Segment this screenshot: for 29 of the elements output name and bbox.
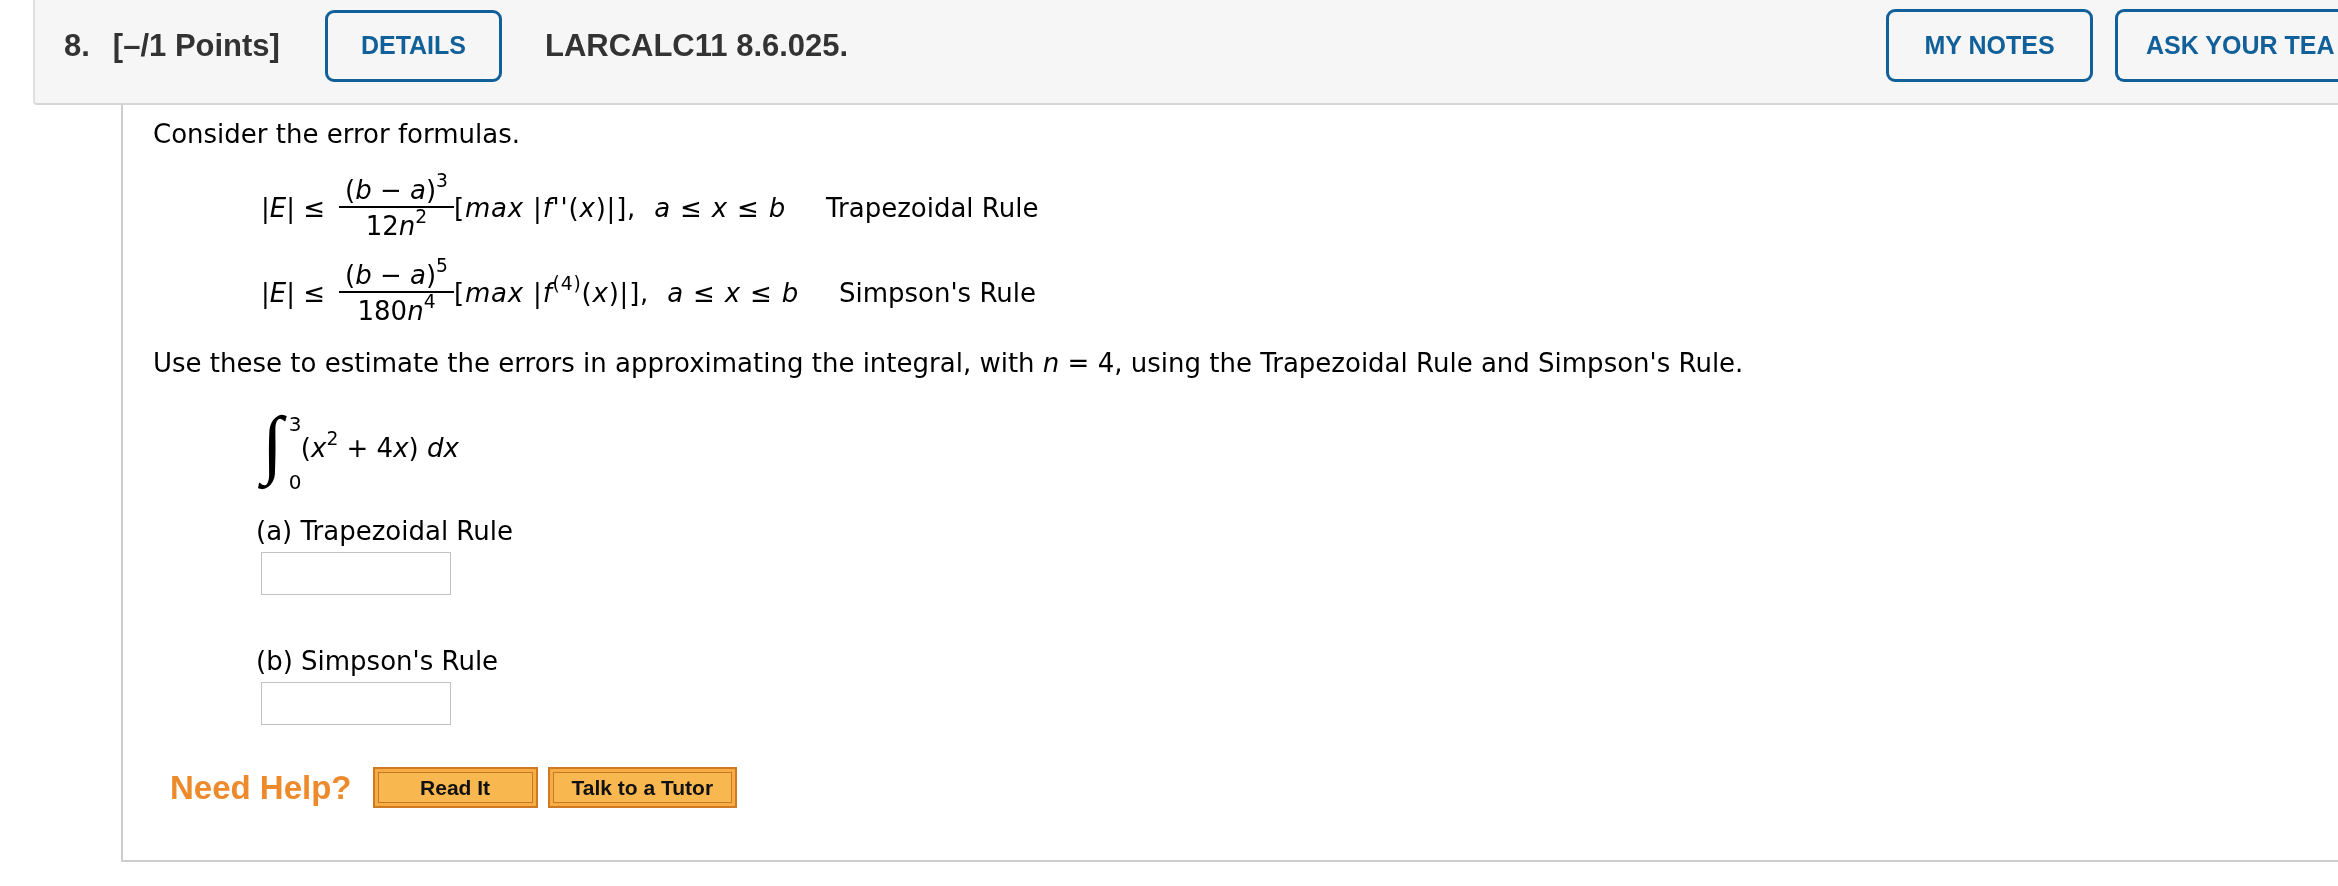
rule-name: Trapezoidal Rule	[825, 192, 1039, 224]
part-label: (a) Trapezoidal Rule	[256, 515, 513, 547]
lower-limit: 0	[288, 471, 302, 493]
integrand: (x$^{2}$ + 4x) dx	[300, 433, 459, 463]
problem-code: LARCALC11 8.6.025.	[544, 27, 849, 64]
formula-bound: [max |f''(x)|], a ≤ x ≤ b	[454, 192, 786, 224]
formula-lhs: |E| ≤	[261, 192, 325, 224]
help-button[interactable]: Read It	[372, 767, 538, 808]
need-help-label: Need Help?	[170, 768, 352, 807]
instruction-text: Use these to estimate the errors in approximating the integral, with n = 4, using the Trapezoidal Rule and Simpson's Rule.	[153, 347, 1744, 379]
fraction-numerator: (b − a)$^{3}$	[344, 174, 449, 206]
header-button[interactable]: MY NOTES	[1886, 9, 2093, 82]
details-button[interactable]: DETAILS	[324, 9, 502, 82]
part-label: (b) Simpson's Rule	[256, 645, 499, 677]
answer-input[interactable]	[261, 552, 451, 595]
question-number: 8.	[64, 27, 90, 64]
formula-lhs: |E| ≤	[261, 277, 325, 309]
rule-name: Simpson's Rule	[839, 277, 1037, 309]
fraction-denominator: 12n$^{2}$	[339, 206, 454, 242]
points-label: [–/1 Points]	[112, 27, 280, 64]
integral-sign: ∫	[256, 393, 289, 493]
help-button[interactable]: Talk to a Tutor	[547, 767, 738, 808]
answer-input[interactable]	[261, 682, 451, 725]
header-button[interactable]: ASK YOUR TEA	[2115, 9, 2338, 82]
intro-text: Consider the error formulas.	[153, 118, 520, 150]
upper-limit: 3	[288, 413, 302, 435]
fraction-denominator: 180n$^{4}$	[339, 291, 454, 327]
formula-bound: [max |f$^{(4)}$(x)|], a ≤ x ≤ b	[454, 277, 799, 309]
fraction-numerator: (b − a)$^{5}$	[344, 259, 449, 291]
